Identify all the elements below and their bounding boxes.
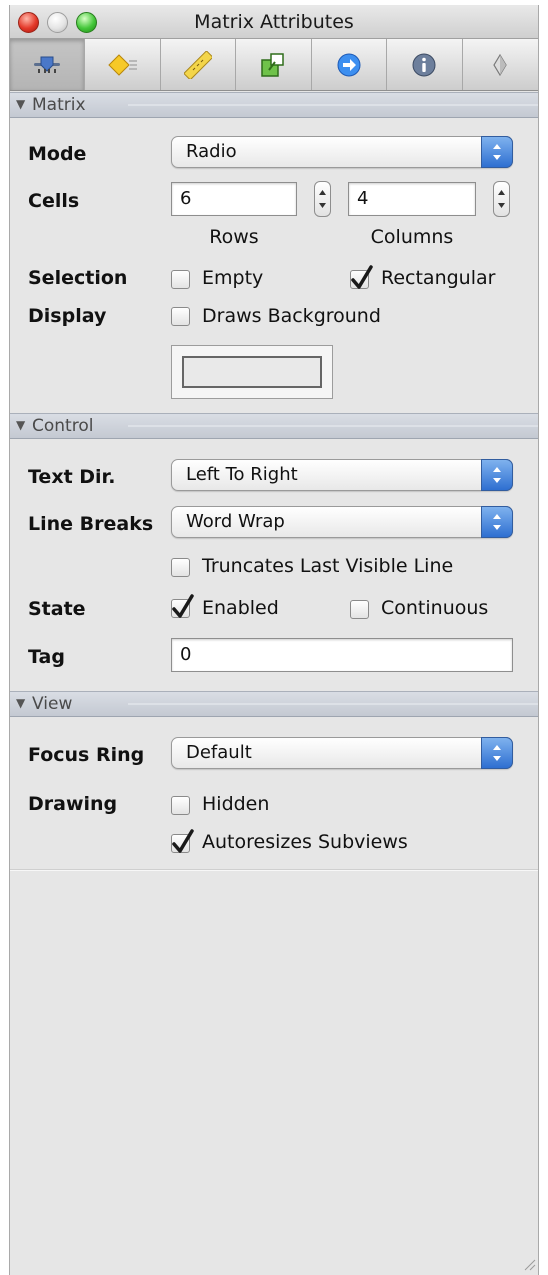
line-breaks-value: Word Wrap: [186, 511, 285, 532]
rows-stepper[interactable]: [314, 181, 331, 217]
tab-size[interactable]: [161, 39, 237, 90]
rows-field[interactable]: 6: [171, 182, 297, 216]
resize-grip-icon[interactable]: [522, 1257, 536, 1271]
focus-ring-popup[interactable]: Default: [171, 737, 513, 769]
popup-arrows-icon: [481, 506, 513, 538]
continuous-checkbox[interactable]: [350, 600, 369, 619]
stepper-arrows-icon: [319, 190, 326, 208]
columns-field[interactable]: 4: [348, 182, 476, 216]
rectangular-label: Rectangular: [381, 267, 496, 289]
columns-value: 4: [357, 188, 369, 209]
tag-label: Tag: [28, 646, 65, 668]
bindings-arrow-icon: [337, 53, 361, 76]
cells-label: Cells: [28, 190, 80, 212]
popup-arrows-icon: [481, 136, 513, 168]
mode-label: Mode: [28, 143, 87, 165]
columns-stepper[interactable]: [493, 181, 510, 217]
stepper-arrows-icon: [498, 190, 505, 208]
draws-background-checkbox[interactable]: [171, 307, 190, 326]
tag-value: 0: [180, 644, 192, 665]
empty-checkbox[interactable]: [171, 270, 190, 289]
mode-popup[interactable]: Radio: [171, 136, 513, 168]
title-bar[interactable]: Matrix Attributes: [10, 5, 538, 39]
disclosure-triangle-icon[interactable]: ▼: [16, 97, 25, 111]
connections-icon: [261, 52, 285, 77]
continuous-label: Continuous: [381, 597, 489, 619]
hidden-checkbox[interactable]: [171, 796, 190, 815]
drawing-label: Drawing: [28, 793, 118, 815]
mode-value: Radio: [186, 141, 237, 162]
tab-applescript[interactable]: [463, 39, 538, 90]
draws-background-label: Draws Background: [202, 305, 381, 327]
checkmark-icon: [172, 829, 194, 853]
selection-label: Selection: [28, 267, 128, 289]
tab-bindings[interactable]: [312, 39, 388, 90]
state-label: State: [28, 598, 86, 620]
focus-ring-label: Focus Ring: [28, 744, 145, 766]
text-direction-value: Left To Right: [186, 464, 298, 485]
tag-field[interactable]: 0: [171, 638, 513, 672]
rows-value: 6: [180, 188, 192, 209]
text-direction-label: Text Dir.: [28, 466, 116, 488]
section-header-view[interactable]: ▼ View: [10, 691, 538, 717]
checkmark-icon: [351, 265, 373, 289]
background-color-well[interactable]: [171, 345, 333, 399]
popup-arrows-icon: [481, 737, 513, 769]
section-title: Matrix: [32, 95, 86, 115]
section-title: Control: [32, 416, 94, 436]
line-breaks-label: Line Breaks: [28, 513, 154, 535]
hidden-label: Hidden: [202, 793, 270, 815]
inspector-toolbar: [10, 39, 538, 91]
checkmark-icon: [172, 594, 194, 618]
display-label: Display: [28, 305, 107, 327]
section-title: View: [32, 694, 73, 714]
applescript-icon: [493, 53, 507, 76]
rectangular-checkbox[interactable]: [350, 265, 373, 289]
popup-arrows-icon: [481, 459, 513, 491]
text-direction-popup[interactable]: Left To Right: [171, 459, 513, 491]
tab-attributes[interactable]: [10, 39, 86, 90]
window-title: Matrix Attributes: [194, 11, 354, 33]
focus-ring-value: Default: [186, 742, 252, 763]
enabled-checkbox[interactable]: [171, 594, 194, 618]
section-divider: [10, 869, 538, 871]
truncates-label: Truncates Last Visible Line: [202, 555, 454, 577]
section-header-control[interactable]: ▼ Control: [10, 413, 538, 439]
columns-label: Columns: [370, 226, 454, 248]
inspector-window: Matrix Attributes ▼ Matrix Mode Radio Ce…: [9, 5, 539, 1275]
tab-identity[interactable]: [387, 39, 463, 90]
enabled-label: Enabled: [202, 597, 279, 619]
disclosure-triangle-icon[interactable]: ▼: [16, 696, 25, 710]
tab-connections[interactable]: [236, 39, 312, 90]
tab-effects[interactable]: [85, 39, 161, 90]
identity-info-icon: [412, 53, 436, 76]
size-ruler-icon: [184, 50, 213, 79]
autoresizes-checkbox[interactable]: [171, 829, 194, 853]
attributes-slider-icon: [34, 56, 61, 73]
rows-label: Rows: [209, 226, 259, 248]
autoresizes-label: Autoresizes Subviews: [202, 831, 408, 853]
disclosure-triangle-icon[interactable]: ▼: [16, 418, 25, 432]
effects-diamond-icon: [107, 53, 137, 76]
line-breaks-popup[interactable]: Word Wrap: [171, 506, 513, 538]
section-header-matrix[interactable]: ▼ Matrix: [10, 92, 538, 118]
truncates-checkbox[interactable]: [171, 558, 190, 577]
empty-label: Empty: [202, 267, 264, 289]
